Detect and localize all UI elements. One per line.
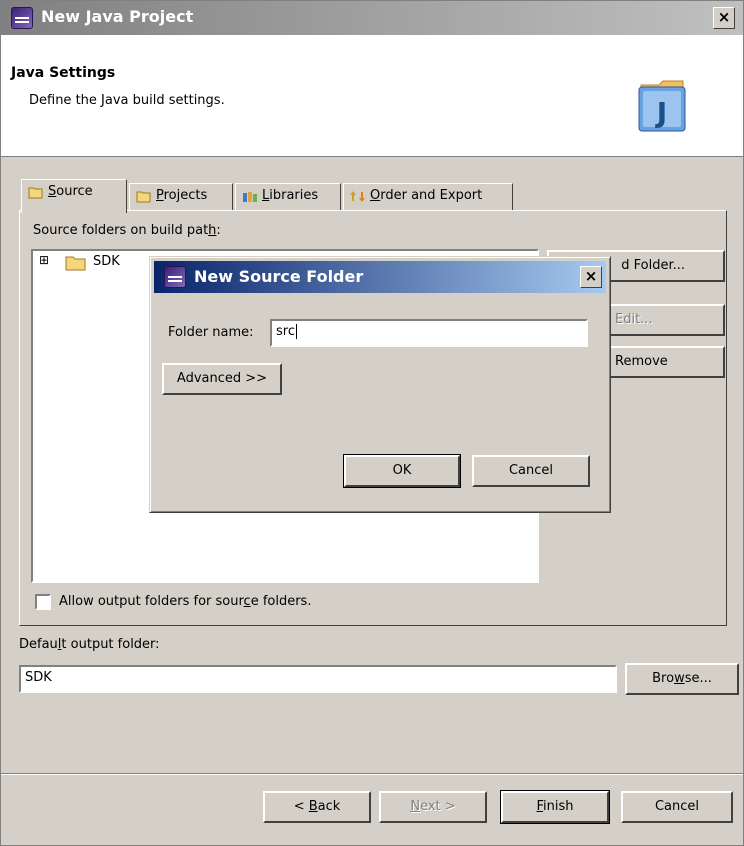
svg-text:J: J xyxy=(655,96,667,129)
label-mnemonic: N xyxy=(410,799,421,814)
eclipse-icon xyxy=(11,7,33,29)
dialog-cancel-button[interactable]: Cancel xyxy=(472,455,590,487)
folder-name-label: Folder name: xyxy=(168,325,254,340)
tab-label-mnemonic: P xyxy=(156,188,164,203)
label-mnemonic: w xyxy=(674,671,685,686)
browse-button[interactable]: Browse... xyxy=(625,663,739,695)
dialog-title-bar[interactable]: New Source Folder × xyxy=(154,261,606,293)
books-icon xyxy=(243,192,257,202)
window-title: New Java Project xyxy=(41,7,194,26)
tab-libraries[interactable]: Libraries xyxy=(235,183,341,211)
folder-name-input[interactable]: src xyxy=(270,319,588,347)
folder-name-value: src xyxy=(276,324,295,339)
tab-source[interactable]: Source xyxy=(21,179,127,213)
tab-label-post: ibraries xyxy=(269,188,319,203)
tab-label-post: rder and Export xyxy=(380,188,483,203)
label-post: se... xyxy=(684,671,712,686)
tab-projects[interactable]: Projects xyxy=(129,183,233,211)
folder-icon xyxy=(65,256,86,271)
dialog-close-button[interactable]: × xyxy=(580,266,602,288)
label-pre: < xyxy=(293,799,309,814)
folder-icon xyxy=(28,187,43,199)
label-post: inish xyxy=(543,799,574,814)
back-button[interactable]: < Back xyxy=(263,791,371,823)
order-arrows-icon xyxy=(350,191,365,202)
allow-output-checkbox[interactable] xyxy=(35,594,51,610)
finish-button[interactable]: Finish xyxy=(500,790,610,824)
label-pre: Source folders on build pat xyxy=(33,223,209,238)
page-description: Define the Java build settings. xyxy=(29,93,225,108)
tab-label-mnemonic: O xyxy=(370,188,381,203)
cancel-button[interactable]: Cancel xyxy=(621,791,733,823)
footer-separator xyxy=(1,773,743,775)
label-pre: Allow output folders for sour xyxy=(59,594,244,609)
close-button[interactable]: × xyxy=(713,7,735,29)
main-window: New Java Project × Java Settings Define … xyxy=(0,0,744,846)
source-folders-label: Source folders on build path: xyxy=(33,223,221,238)
label-pre: Bro xyxy=(652,671,675,686)
java-project-icon: J xyxy=(638,80,686,132)
tree-item-sdk[interactable]: SDK xyxy=(93,254,120,269)
header-banner: Java Settings Define the Java build sett… xyxy=(1,35,743,157)
default-output-field[interactable]: SDK xyxy=(19,665,617,693)
dialog-title: New Source Folder xyxy=(194,267,364,286)
label-post: : xyxy=(216,223,221,238)
new-source-folder-dialog: New Source Folder × Folder name: src Adv… xyxy=(149,256,611,513)
tab-order-and-export[interactable]: Order and Export xyxy=(343,183,513,211)
ok-button[interactable]: OK xyxy=(343,454,461,488)
eclipse-icon xyxy=(164,266,186,288)
advanced-button[interactable]: Advanced >> xyxy=(162,363,282,395)
title-bar[interactable]: New Java Project × xyxy=(1,1,743,35)
label-mnemonic: c xyxy=(243,594,251,609)
tree-expander[interactable]: ⊞ xyxy=(39,253,49,267)
tab-label-post: ource xyxy=(56,184,93,199)
tab-label-post: rojects xyxy=(163,188,208,203)
page-title: Java Settings xyxy=(11,65,116,81)
label-post: ext > xyxy=(420,799,456,814)
allow-output-label: Allow output folders for source folders. xyxy=(59,594,311,609)
default-output-label: Default output folder: xyxy=(19,637,160,652)
folder-icon xyxy=(136,191,151,203)
next-button[interactable]: Next > xyxy=(379,791,487,823)
label-post: t output folder: xyxy=(61,637,160,652)
label-mnemonic: B xyxy=(308,799,318,814)
label-pre: Defau xyxy=(19,637,58,652)
label-post: ack xyxy=(317,799,341,814)
text-cursor xyxy=(295,324,297,339)
label-post: e folders. xyxy=(250,594,312,609)
